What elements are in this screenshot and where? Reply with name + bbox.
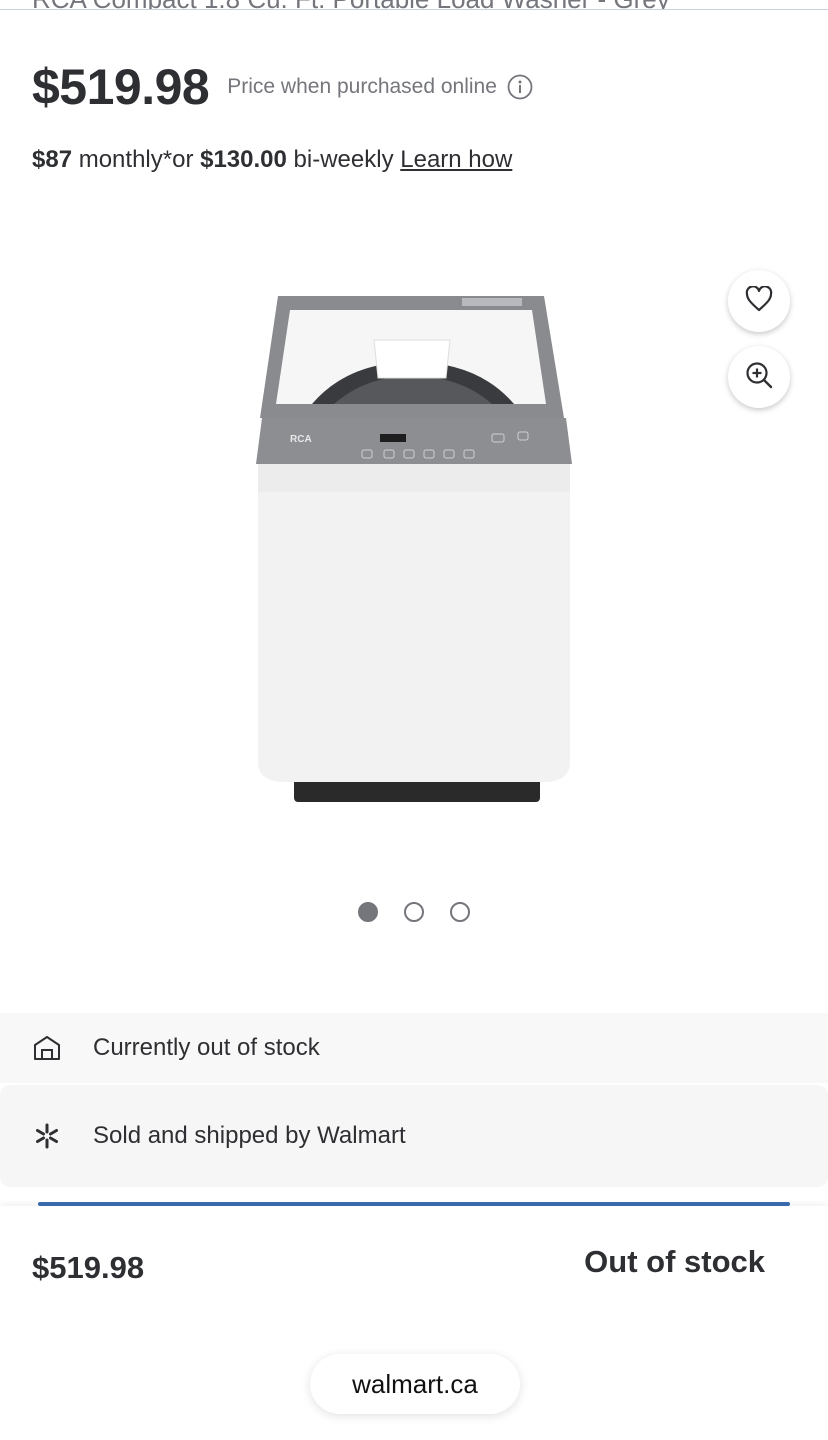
bottom-price: $519.98 — [32, 1250, 145, 1285]
product-image[interactable]: RCA — [248, 292, 580, 804]
info-icon[interactable] — [507, 74, 533, 100]
stock-status-panel: Currently out of stock — [0, 1013, 828, 1083]
brand-mark: RCA — [290, 434, 312, 445]
carousel-dots — [358, 902, 470, 922]
walmart-spark-icon — [32, 1121, 62, 1151]
monthly-amount: $87 — [32, 146, 73, 173]
store-icon — [32, 1033, 62, 1063]
carousel-dot[interactable] — [358, 902, 378, 922]
favorite-button[interactable] — [728, 270, 790, 332]
financing-row: $87 monthly*or $130.00 bi-weekly Learn h… — [32, 146, 512, 174]
product-title-clip: RCA Compact 1.8 Cu. Ft. Portable Load Wa… — [0, 0, 828, 10]
price-note: Price when purchased online — [227, 75, 497, 98]
biweekly-text: bi-weekly — [286, 146, 401, 173]
learn-how-link[interactable]: Learn how — [400, 146, 512, 173]
biweekly-amount: $130.00 — [200, 146, 287, 173]
out-of-stock-status: Out of stock — [584, 1244, 765, 1279]
browser-url-pill[interactable]: walmart.ca — [310, 1354, 520, 1414]
monthly-text: monthly*or — [72, 146, 201, 173]
product-title: RCA Compact 1.8 Cu. Ft. Portable Load Wa… — [32, 0, 670, 9]
heart-icon — [745, 284, 773, 317]
product-price: $519.98 — [32, 59, 210, 115]
stock-text: Currently out of stock — [93, 1034, 320, 1061]
seller-panel: Sold and shipped by Walmart — [0, 1085, 828, 1187]
zoom-button[interactable] — [728, 346, 790, 408]
url-text: walmart.ca — [352, 1368, 478, 1399]
zoom-in-icon — [744, 360, 774, 395]
price-row: $519.98 Price when purchased online — [32, 58, 533, 116]
carousel-dot[interactable] — [450, 902, 470, 922]
seller-text: Sold and shipped by Walmart — [93, 1122, 406, 1149]
carousel-dot[interactable] — [404, 902, 424, 922]
